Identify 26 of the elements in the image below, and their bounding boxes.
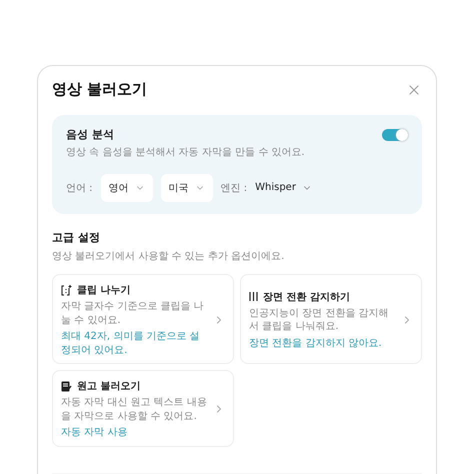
- language-label: 언어 :: [66, 182, 93, 194]
- language-dropdown[interactable]: 영어: [100, 174, 153, 202]
- region-dropdown[interactable]: 미국: [160, 174, 213, 202]
- card-title: 클립 나누기: [77, 284, 130, 297]
- option-card[interactable]: 장면 전환 감지하기 인공지능이 장면 전환을 감지해서 클립을 나눠줘요. 장면 전환을 감지하지 않아요.: [240, 274, 422, 364]
- bars-icon: [249, 292, 258, 302]
- card-title: 원고 불러오기: [77, 380, 140, 393]
- card-status: 장면 전환을 감지하지 않아요.: [249, 336, 383, 350]
- panel-description: 영상 속 음성을 분석해서 자동 자막을 만들 수 있어요.: [66, 146, 306, 160]
- option-card[interactable]: 클립 나누기 자막 글자수 기준으로 클립을 나눌 수 있어요. 최대 42자, 의미를 기준으로 설정되어 있어요.: [52, 274, 234, 364]
- engine-label: 엔진 :: [220, 182, 248, 194]
- card-status: 자동 자막 사용: [61, 426, 128, 440]
- card-description: 자동 자막 대신 원고 텍스트 내용을 자막으로 사용할 수 있어요.: [61, 396, 208, 423]
- document-icon: [61, 380, 72, 392]
- section-description: 영상 불러오기에서 사용할 수 있는 추가 옵션이에요.: [52, 250, 286, 263]
- panel-title: 음성 분석: [66, 127, 114, 142]
- card-description: 자막 글자수 기준으로 클립을 나눌 수 있어요.: [61, 300, 205, 327]
- card-description: 인공지능이 장면 전환을 감지해서 클립을 나눠줘요.: [249, 306, 390, 334]
- card-title: 장면 전환 감지하기: [263, 290, 350, 304]
- option-card[interactable]: 원고 불러오기 자동 자막 대신 원고 텍스트 내용을 자막으로 사용할 수 있어요. 자동 자막 사용: [52, 370, 234, 446]
- split-icon: [61, 284, 72, 296]
- toggle-switch[interactable]: [382, 128, 408, 140]
- engine-dropdown[interactable]: Whisper: [255, 175, 312, 200]
- section-title: 고급 설정: [52, 230, 101, 244]
- dialog-title: 영상 불러오기: [52, 80, 148, 99]
- card-status: 최대 42자, 의미를 기준으로 설정되어 있어요.: [61, 330, 201, 357]
